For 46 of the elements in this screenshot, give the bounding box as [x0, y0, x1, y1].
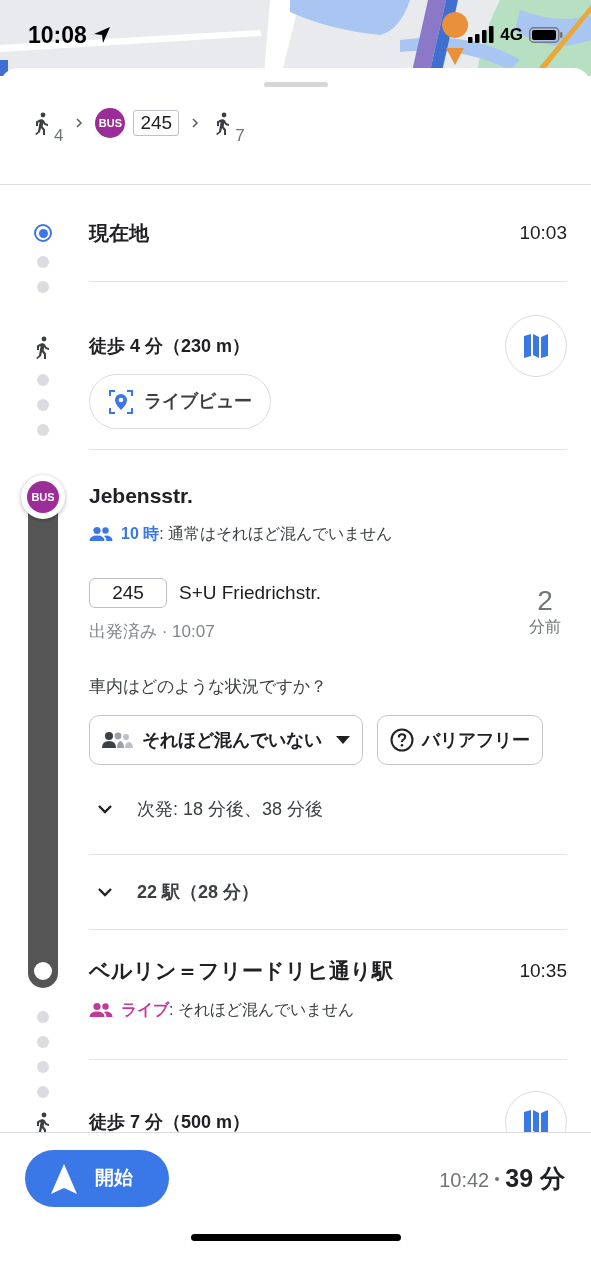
crowding-question: 車内はどのような状況ですか？ — [89, 676, 328, 698]
bus-badge: BUS — [95, 108, 126, 138]
next-departures: 次発: 18 分後、38 分後 — [137, 797, 324, 821]
bus-badge: BUS — [27, 481, 59, 513]
origin-time: 10:03 — [519, 220, 567, 245]
stop-name: Jebensstr. — [89, 483, 194, 509]
crowding-text: 10 時: 通常はそれほど混んでいません — [121, 524, 393, 544]
accessibility-button[interactable]: バリアフリー — [377, 715, 543, 765]
map-icon — [522, 1108, 550, 1132]
drag-handle[interactable] — [263, 82, 328, 87]
location-arrow-icon — [92, 26, 111, 44]
chevron-right-icon — [191, 117, 200, 129]
chevron-down-icon[interactable] — [97, 804, 113, 814]
stop-marker — [34, 962, 52, 980]
crowd-level-icon — [102, 731, 134, 749]
route-number: 245 — [133, 110, 180, 136]
navigation-arrow-icon — [51, 1163, 77, 1194]
walk-minutes: 7 — [235, 127, 245, 144]
walk-instruction: 徒歩 7 分（500 m） — [89, 1110, 251, 1132]
chevron-right-icon — [75, 117, 84, 129]
stop-count: 22 駅（28 分） — [137, 880, 260, 904]
crowding-dropdown[interactable]: それほど混んでいない — [89, 715, 363, 765]
minutes-ago-label: 分前 — [529, 617, 561, 637]
origin-name: 現在地 — [89, 221, 149, 246]
trip-duration: 39 分 — [505, 1162, 565, 1194]
status-time: 10:08 — [28, 20, 87, 50]
network-label: 4G — [500, 24, 523, 47]
start-button[interactable]: 開始 — [25, 1150, 169, 1207]
arrival-time: 10:35 — [519, 958, 567, 983]
departure-status: 出発済み · 10:07 — [89, 621, 216, 643]
dropdown-caret-icon — [336, 736, 350, 744]
minutes-ago: 2 — [537, 586, 553, 616]
map-icon — [522, 332, 550, 360]
current-location-icon — [34, 224, 52, 242]
location-pin-icon — [108, 388, 134, 415]
headsign: S+U Friedrichstr. — [179, 580, 321, 605]
route-number: 245 — [89, 578, 167, 608]
walk-instruction: 徒歩 4 分（230 m） — [89, 334, 251, 358]
walk-minutes: 4 — [54, 127, 64, 144]
signal-icon — [468, 26, 495, 44]
help-icon — [390, 728, 414, 752]
battery-icon — [529, 27, 563, 43]
crowding-text: ライブ: それほど混んでいません — [121, 1000, 354, 1020]
chevron-down-icon[interactable] — [97, 887, 113, 897]
arrival-time: 10:42 — [439, 1167, 490, 1193]
station-name: ベルリン＝フリードリヒ通り駅 — [89, 958, 393, 985]
